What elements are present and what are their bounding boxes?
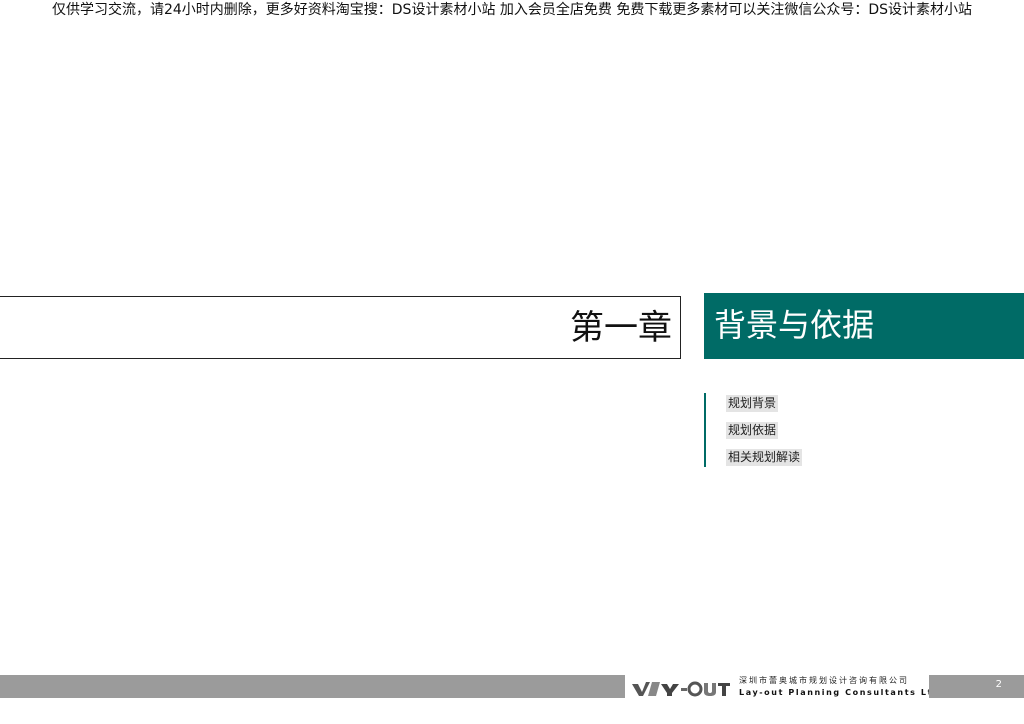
toc-item-related-plans[interactable]: 相关规划解读 (726, 449, 803, 466)
company-name-cn: 深圳市蕾奥城市规划设计咨询有限公司 (739, 676, 909, 685)
footer-bar-right: 2 (929, 675, 1024, 698)
chapter-title-band: 背景与依据 (704, 293, 1024, 359)
page-number: 2 (995, 679, 1002, 690)
footer-bar-left (0, 675, 625, 698)
toc-item-basis[interactable]: 规划依据 (726, 422, 779, 439)
chapter-label-box: 第一章 (0, 296, 681, 359)
table-of-contents: 规划背景 规划依据 相关规划解读 (704, 393, 906, 467)
company-name-en: Lay-out Planning Consultants Ltd (739, 688, 941, 697)
chapter-label: 第一章 (570, 308, 672, 348)
chapter-title: 背景与依据 (714, 306, 875, 344)
watermark-text: 仅供学习交流，请24小时内删除，更多好资料淘宝搜：DS设计素材小站 加入会员全店… (51, 2, 973, 18)
layout-logo-icon (632, 681, 730, 697)
toc-item-background[interactable]: 规划背景 (726, 395, 779, 412)
